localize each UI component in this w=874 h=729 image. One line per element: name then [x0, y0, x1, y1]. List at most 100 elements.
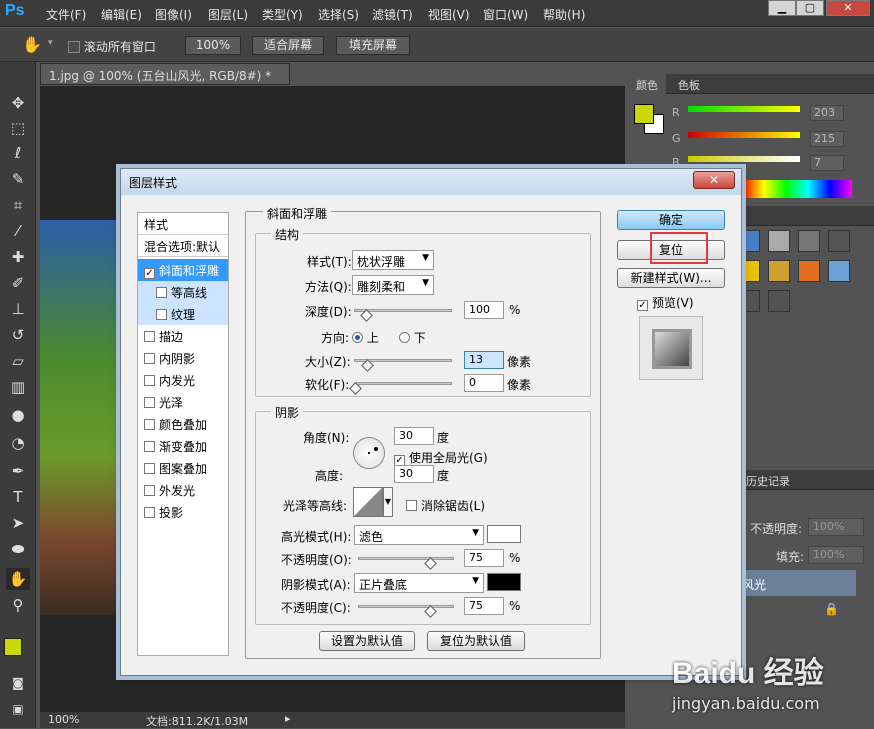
green-value[interactable]: 215	[810, 131, 844, 147]
style-item-inner-glow[interactable]: 内发光	[138, 369, 228, 391]
lasso-tool-icon[interactable]: ℓ	[6, 142, 30, 164]
style-item-bevel[interactable]: ✓ 斜面和浮雕	[138, 259, 228, 281]
reset-to-default-button[interactable]: 复位为默认值	[427, 631, 525, 651]
tab-color[interactable]: 颜色	[628, 74, 666, 96]
soften-slider[interactable]	[354, 382, 452, 385]
layer-opacity-input[interactable]: 100%	[808, 518, 864, 536]
zoom-100-button[interactable]: 100%	[185, 36, 241, 55]
marquee-tool-icon[interactable]: ⬚	[6, 117, 30, 139]
shadow-opacity-input[interactable]: 75	[464, 597, 504, 615]
direction-up-option[interactable]: 上	[352, 329, 379, 346]
style-list-header[interactable]: 样式	[138, 213, 228, 235]
outer-glow-checkbox[interactable]	[144, 485, 155, 496]
scroll-all-checkbox[interactable]	[68, 41, 80, 53]
style-item-contour[interactable]: 等高线	[138, 281, 228, 303]
soften-input[interactable]: 0	[464, 374, 504, 392]
satin-checkbox[interactable]	[144, 397, 155, 408]
menu-window[interactable]: 窗口(W)	[483, 6, 528, 23]
style-item-stroke[interactable]: 描边	[138, 325, 228, 347]
play-icon[interactable]: ▸	[285, 712, 291, 725]
document-tab[interactable]: 1.jpg @ 100% (五台山风光, RGB/8#) *	[40, 63, 290, 85]
gradient-tool-icon[interactable]: ▥	[6, 376, 30, 398]
healing-brush-icon[interactable]: ✚	[6, 246, 30, 268]
gradient-overlay-checkbox[interactable]	[144, 441, 155, 452]
style-swatch[interactable]	[768, 230, 790, 252]
path-select-icon[interactable]: ➤	[6, 512, 30, 534]
chevron-down-icon[interactable]: ▾	[48, 38, 53, 48]
make-default-button[interactable]: 设置为默认值	[319, 631, 415, 651]
color-spectrum[interactable]	[742, 180, 852, 198]
depth-input[interactable]: 100	[464, 301, 504, 319]
menu-help[interactable]: 帮助(H)	[543, 6, 585, 23]
menu-filter[interactable]: 滤镜(T)	[372, 6, 413, 23]
fit-screen-button[interactable]: 适合屏幕	[252, 36, 324, 55]
pattern-overlay-checkbox[interactable]	[144, 463, 155, 474]
maximize-button[interactable]: ▢	[796, 0, 824, 16]
new-style-button[interactable]: 新建样式(W)...	[617, 268, 725, 288]
eraser-tool-icon[interactable]: ▱	[6, 350, 30, 372]
highlight-opacity-slider[interactable]	[358, 557, 454, 560]
preview-checkbox[interactable]: ✓	[637, 300, 648, 311]
dodge-tool-icon[interactable]: ◔	[6, 432, 30, 454]
gloss-contour-preview[interactable]	[353, 487, 383, 517]
drop-shadow-checkbox[interactable]	[144, 507, 155, 518]
move-tool-icon[interactable]: ✥	[6, 92, 30, 114]
direction-down-option[interactable]: 下	[399, 329, 426, 346]
inner-shadow-checkbox[interactable]	[144, 353, 155, 364]
panel-fg-color[interactable]	[634, 104, 654, 124]
shape-tool-icon[interactable]: ⬬	[6, 538, 30, 560]
layer-fill-input[interactable]: 100%	[808, 546, 864, 564]
red-value[interactable]: 203	[810, 105, 844, 121]
global-light-option[interactable]: ✓ 使用全局光(G)	[394, 449, 488, 466]
menu-layer[interactable]: 图层(L)	[208, 6, 248, 23]
highlight-color-swatch[interactable]	[487, 525, 521, 543]
highlight-opacity-input[interactable]: 75	[464, 549, 504, 567]
menu-select[interactable]: 选择(S)	[318, 6, 359, 23]
bevel-checkbox[interactable]: ✓	[144, 268, 155, 279]
chevron-down-icon[interactable]: ▼	[383, 487, 393, 517]
quick-mask-icon[interactable]: ◙	[6, 672, 30, 694]
menu-view[interactable]: 视图(V)	[428, 6, 470, 23]
inner-glow-checkbox[interactable]	[144, 375, 155, 386]
menu-image[interactable]: 图像(I)	[155, 6, 192, 23]
type-tool-icon[interactable]: T	[6, 486, 30, 508]
direction-up-radio[interactable]	[352, 332, 363, 343]
scroll-all-windows[interactable]: 滚动所有窗口	[68, 38, 156, 56]
altitude-input[interactable]: 30	[394, 465, 434, 483]
dialog-close-button[interactable]: ✕	[693, 171, 735, 189]
contour-checkbox[interactable]	[156, 287, 167, 298]
layer-row[interactable]: 风光	[738, 570, 856, 596]
blending-options[interactable]: 混合选项:默认	[138, 235, 228, 257]
highlight-mode-select[interactable]: 滤色 ▼	[354, 525, 484, 545]
style-item-inner-shadow[interactable]: 内阴影	[138, 347, 228, 369]
brush-tool-icon[interactable]: ✐	[6, 272, 30, 294]
style-swatch[interactable]	[798, 230, 820, 252]
color-overlay-checkbox[interactable]	[144, 419, 155, 430]
eyedropper-icon[interactable]: ⁄	[6, 220, 30, 242]
style-swatch[interactable]	[768, 290, 790, 312]
style-swatch[interactable]	[768, 260, 790, 282]
close-window-button[interactable]: ✕	[826, 0, 870, 16]
minimize-button[interactable]: ▁	[768, 0, 796, 16]
pen-tool-icon[interactable]: ✒	[6, 460, 30, 482]
screen-mode-icon[interactable]: ▣	[6, 698, 30, 720]
quick-select-icon[interactable]: ✎	[6, 168, 30, 190]
foreground-color-swatch[interactable]	[4, 638, 22, 656]
texture-checkbox[interactable]	[156, 309, 167, 320]
hand-tool-icon[interactable]: ✋	[6, 568, 30, 590]
style-swatch[interactable]	[828, 260, 850, 282]
shadow-opacity-slider[interactable]	[358, 605, 454, 608]
stamp-tool-icon[interactable]: ⊥	[6, 298, 30, 320]
style-item-satin[interactable]: 光泽	[138, 391, 228, 413]
blue-value[interactable]: 7	[810, 155, 844, 171]
shadow-mode-select[interactable]: 正片叠底 ▼	[354, 573, 484, 593]
stroke-checkbox[interactable]	[144, 331, 155, 342]
zoom-level[interactable]: 100%	[48, 713, 79, 726]
history-brush-icon[interactable]: ↺	[6, 324, 30, 346]
anti-alias-option[interactable]: 消除锯齿(L)	[406, 497, 485, 514]
angle-input[interactable]: 30	[394, 427, 434, 445]
size-input[interactable]: 13	[464, 351, 504, 369]
red-slider[interactable]	[688, 106, 800, 112]
angle-dial[interactable]	[353, 437, 385, 469]
tab-swatches[interactable]: 色板	[670, 74, 708, 96]
